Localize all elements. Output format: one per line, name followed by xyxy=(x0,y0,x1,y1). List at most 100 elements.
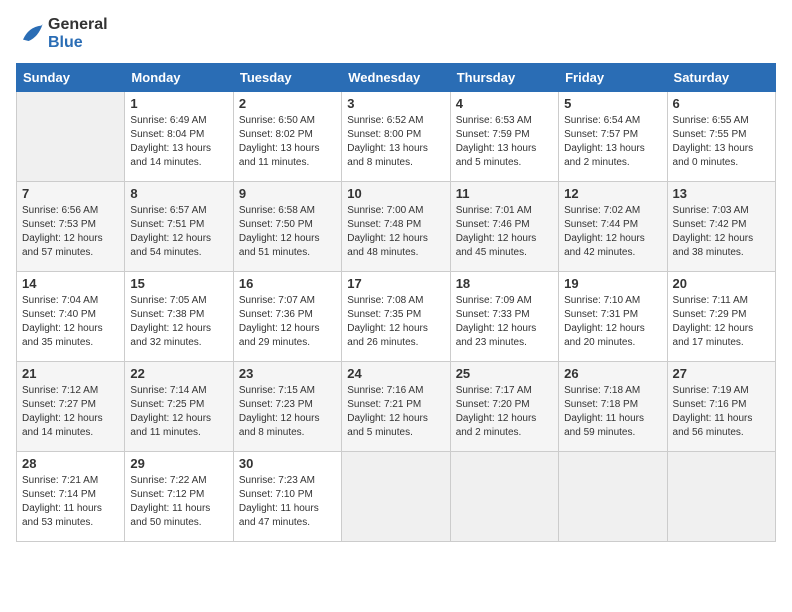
calendar-cell: 22Sunrise: 7:14 AMSunset: 7:25 PMDayligh… xyxy=(125,362,233,452)
day-number: 22 xyxy=(130,366,227,381)
day-info: Sunrise: 7:09 AMSunset: 7:33 PMDaylight:… xyxy=(456,294,553,350)
day-number: 6 xyxy=(673,96,770,111)
day-info: Sunrise: 7:01 AMSunset: 7:46 PMDaylight:… xyxy=(456,204,553,260)
calendar-cell: 10 Sunrise: 7:00 AMSunset: 7:48 PMDayligh… xyxy=(342,182,450,272)
weekday-header-friday: Friday xyxy=(559,64,667,92)
day-info: Sunrise: 6:57 AMSunset: 7:51 PMDaylight:… xyxy=(130,204,227,260)
day-info: Sunrise: 6:53 AMSunset: 7:59 PMDaylight:… xyxy=(456,114,553,170)
calendar-cell: 9 Sunrise: 6:58 AMSunset: 7:50 PMDaylight… xyxy=(233,182,341,272)
day-number: 10 xyxy=(347,186,444,201)
day-number: 4 xyxy=(456,96,553,111)
day-number: 2 xyxy=(239,96,336,111)
day-info: Sunrise: 7:22 AMSunset: 7:12 PMDaylight:… xyxy=(130,474,227,530)
day-number: 8 xyxy=(130,186,227,201)
day-number: 26 xyxy=(564,366,661,381)
day-info: Sunrise: 7:16 AMSunset: 7:21 PMDaylight:… xyxy=(347,384,444,440)
day-number: 20 xyxy=(673,276,770,291)
day-number: 23 xyxy=(239,366,336,381)
calendar-cell: 1 Sunrise: 6:49 AMSunset: 8:04 PMDaylight… xyxy=(125,92,233,182)
calendar-cell: 20 Sunrise: 7:11 AMSunset: 7:29 PMDayligh… xyxy=(667,272,775,362)
day-info: Sunrise: 6:50 AMSunset: 8:02 PMDaylight:… xyxy=(239,114,336,170)
calendar-cell: 18 Sunrise: 7:09 AMSunset: 7:33 PMDayligh… xyxy=(450,272,558,362)
calendar-cell xyxy=(667,452,775,542)
calendar-cell: 15 Sunrise: 7:05 AMSunset: 7:38 PMDayligh… xyxy=(125,272,233,362)
weekday-header-saturday: Saturday xyxy=(667,64,775,92)
weekday-header-tuesday: Tuesday xyxy=(233,64,341,92)
day-number: 27 xyxy=(673,366,770,381)
day-number: 9 xyxy=(239,186,336,201)
calendar-cell: 3 Sunrise: 6:52 AMSunset: 8:00 PMDaylight… xyxy=(342,92,450,182)
day-info: Sunrise: 7:00 AMSunset: 7:48 PMDaylight:… xyxy=(347,204,444,260)
calendar-table: SundayMondayTuesdayWednesdayThursdayFrid… xyxy=(16,63,776,542)
calendar-cell: 12Sunrise: 7:02 AMSunset: 7:44 PMDayligh… xyxy=(559,182,667,272)
day-number: 15 xyxy=(130,276,227,291)
day-number: 29 xyxy=(130,456,227,471)
calendar-cell xyxy=(559,452,667,542)
day-number: 7 xyxy=(22,186,119,201)
weekday-header-sunday: Sunday xyxy=(17,64,125,92)
calendar-cell: 30 Sunrise: 7:23 AMSunset: 7:10 PMDayligh… xyxy=(233,452,341,542)
calendar-cell: 25 Sunrise: 7:17 AMSunset: 7:20 PMDayligh… xyxy=(450,362,558,452)
day-info: Sunrise: 7:23 AMSunset: 7:10 PMDaylight:… xyxy=(239,474,336,530)
day-number: 14 xyxy=(22,276,119,291)
calendar-cell: 17 Sunrise: 7:08 AMSunset: 7:35 PMDayligh… xyxy=(342,272,450,362)
calendar-cell: 8 Sunrise: 6:57 AMSunset: 7:51 PMDaylight… xyxy=(125,182,233,272)
day-number: 17 xyxy=(347,276,444,291)
day-number: 11 xyxy=(456,186,553,201)
day-number: 24 xyxy=(347,366,444,381)
day-info: Sunrise: 7:03 AMSunset: 7:42 PMDaylight:… xyxy=(673,204,770,260)
day-number: 30 xyxy=(239,456,336,471)
calendar-cell: 6 Sunrise: 6:55 AMSunset: 7:55 PMDaylight… xyxy=(667,92,775,182)
day-number: 16 xyxy=(239,276,336,291)
logo: General Blue xyxy=(16,16,108,51)
day-number: 18 xyxy=(456,276,553,291)
calendar-cell: 2 Sunrise: 6:50 AMSunset: 8:02 PMDaylight… xyxy=(233,92,341,182)
day-info: Sunrise: 6:49 AMSunset: 8:04 PMDaylight:… xyxy=(130,114,227,170)
week-row-4: 21 Sunrise: 7:12 AMSunset: 7:27 PMDayligh… xyxy=(17,362,776,452)
calendar-cell: 19 Sunrise: 7:10 AMSunset: 7:31 PMDayligh… xyxy=(559,272,667,362)
calendar-cell: 29 Sunrise: 7:22 AMSunset: 7:12 PMDayligh… xyxy=(125,452,233,542)
day-info: Sunrise: 7:05 AMSunset: 7:38 PMDaylight:… xyxy=(130,294,227,350)
calendar-cell xyxy=(450,452,558,542)
day-info: Sunrise: 7:12 AMSunset: 7:27 PMDaylight:… xyxy=(22,384,119,440)
day-info: Sunrise: 7:10 AMSunset: 7:31 PMDaylight:… xyxy=(564,294,661,350)
calendar-cell: 4 Sunrise: 6:53 AMSunset: 7:59 PMDaylight… xyxy=(450,92,558,182)
day-number: 3 xyxy=(347,96,444,111)
day-number: 19 xyxy=(564,276,661,291)
week-row-2: 7 Sunrise: 6:56 AMSunset: 7:53 PMDaylight… xyxy=(17,182,776,272)
calendar-cell: 26 Sunrise: 7:18 AMSunset: 7:18 PMDayligh… xyxy=(559,362,667,452)
day-number: 21 xyxy=(22,366,119,381)
day-info: Sunrise: 7:04 AMSunset: 7:40 PMDaylight:… xyxy=(22,294,119,350)
day-info: Sunrise: 6:52 AMSunset: 8:00 PMDaylight:… xyxy=(347,114,444,170)
calendar-cell: 23Sunrise: 7:15 AMSunset: 7:23 PMDayligh… xyxy=(233,362,341,452)
calendar-cell: 7 Sunrise: 6:56 AMSunset: 7:53 PMDaylight… xyxy=(17,182,125,272)
day-info: Sunrise: 7:17 AMSunset: 7:20 PMDaylight:… xyxy=(456,384,553,440)
weekday-header-wednesday: Wednesday xyxy=(342,64,450,92)
calendar-cell: 21 Sunrise: 7:12 AMSunset: 7:27 PMDayligh… xyxy=(17,362,125,452)
day-info: Sunrise: 7:08 AMSunset: 7:35 PMDaylight:… xyxy=(347,294,444,350)
calendar-cell: 5Sunrise: 6:54 AMSunset: 7:57 PMDaylight… xyxy=(559,92,667,182)
logo-text-general: General xyxy=(48,16,108,34)
logo-icon xyxy=(16,20,44,48)
day-info: Sunrise: 7:07 AMSunset: 7:36 PMDaylight:… xyxy=(239,294,336,350)
day-info: Sunrise: 6:54 AMSunset: 7:57 PMDaylight:… xyxy=(564,114,661,170)
day-info: Sunrise: 7:19 AMSunset: 7:16 PMDaylight:… xyxy=(673,384,770,440)
calendar-cell: 24 Sunrise: 7:16 AMSunset: 7:21 PMDayligh… xyxy=(342,362,450,452)
calendar-cell: 16 Sunrise: 7:07 AMSunset: 7:36 PMDayligh… xyxy=(233,272,341,362)
day-number: 28 xyxy=(22,456,119,471)
day-info: Sunrise: 6:56 AMSunset: 7:53 PMDaylight:… xyxy=(22,204,119,260)
day-info: Sunrise: 6:55 AMSunset: 7:55 PMDaylight:… xyxy=(673,114,770,170)
weekday-header-thursday: Thursday xyxy=(450,64,558,92)
day-number: 25 xyxy=(456,366,553,381)
calendar-cell: 28Sunrise: 7:21 AMSunset: 7:14 PMDayligh… xyxy=(17,452,125,542)
day-info: Sunrise: 7:18 AMSunset: 7:18 PMDaylight:… xyxy=(564,384,661,440)
day-info: Sunrise: 6:58 AMSunset: 7:50 PMDaylight:… xyxy=(239,204,336,260)
day-number: 1 xyxy=(130,96,227,111)
calendar-cell: 11 Sunrise: 7:01 AMSunset: 7:46 PMDayligh… xyxy=(450,182,558,272)
week-row-5: 28Sunrise: 7:21 AMSunset: 7:14 PMDayligh… xyxy=(17,452,776,542)
day-info: Sunrise: 7:11 AMSunset: 7:29 PMDaylight:… xyxy=(673,294,770,350)
calendar-cell: 14 Sunrise: 7:04 AMSunset: 7:40 PMDayligh… xyxy=(17,272,125,362)
calendar-cell: 13Sunrise: 7:03 AMSunset: 7:42 PMDayligh… xyxy=(667,182,775,272)
day-number: 12 xyxy=(564,186,661,201)
page-header: General Blue xyxy=(16,16,776,51)
